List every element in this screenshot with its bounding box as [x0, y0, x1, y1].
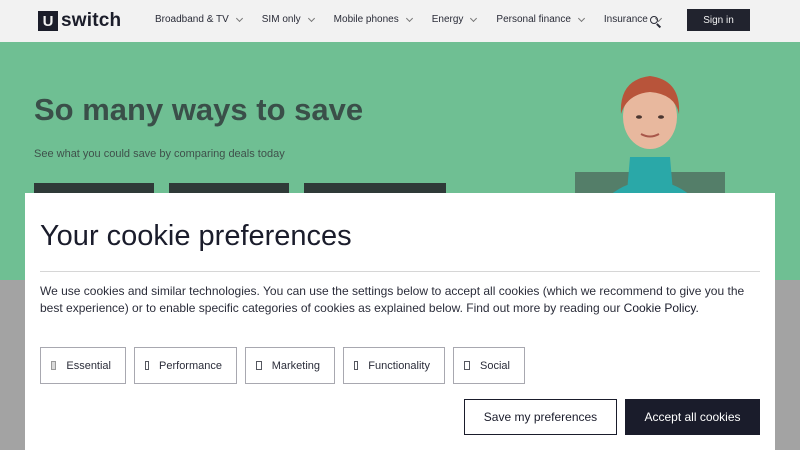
divider [40, 271, 760, 272]
site-header: U switch Broadband & TV SIM only Mobile … [0, 0, 800, 42]
category-functionality[interactable]: Functionality [343, 347, 445, 384]
cookie-policy-link[interactable]: Cookie Policy. [624, 301, 699, 315]
chevron-down-icon [405, 14, 413, 22]
nav-broadband-tv[interactable]: Broadband & TV [155, 14, 243, 25]
nav-label: Broadband & TV [155, 14, 229, 25]
category-label: Functionality [368, 359, 430, 372]
category-social[interactable]: Social [453, 347, 525, 384]
nav-label: Energy [431, 14, 464, 25]
category-essential: Essential [40, 347, 126, 384]
checkbox-icon[interactable] [354, 361, 359, 370]
cookie-categories: Essential Performance Marketing Function… [40, 347, 533, 384]
chevron-down-icon [470, 14, 478, 22]
uswitch-logo[interactable]: U switch [38, 10, 121, 32]
cookie-dialog-title: Your cookie preferences [40, 220, 352, 252]
cookie-preferences-dialog: Your cookie preferences We use cookies a… [25, 193, 775, 450]
chevron-down-icon [307, 14, 315, 22]
nav-energy[interactable]: Energy [431, 14, 478, 25]
sign-in-button[interactable]: Sign in [687, 9, 750, 31]
nav-sim-only[interactable]: SIM only [261, 14, 315, 25]
checkbox-checked-disabled-icon [51, 361, 57, 370]
nav-mobile-phones[interactable]: Mobile phones [333, 14, 413, 25]
checkbox-icon[interactable] [464, 361, 471, 370]
nav-personal-finance[interactable]: Personal finance [496, 14, 585, 25]
category-label: Performance [159, 359, 222, 372]
logo-mark: U [38, 11, 58, 31]
checkbox-icon[interactable] [145, 361, 150, 370]
category-label: Essential [66, 359, 111, 372]
category-label: Marketing [271, 359, 320, 372]
checkbox-icon[interactable] [256, 361, 262, 370]
save-preferences-button[interactable]: Save my preferences [464, 399, 617, 435]
nav-label: Mobile phones [333, 14, 399, 25]
nav-label: Insurance [603, 14, 648, 25]
nav-label: SIM only [261, 14, 301, 25]
accept-all-cookies-button[interactable]: Accept all cookies [625, 399, 760, 435]
hero-subtitle: See what you could save by comparing dea… [34, 148, 285, 160]
chevron-down-icon [577, 14, 585, 22]
category-marketing[interactable]: Marketing [245, 347, 335, 384]
chevron-down-icon [235, 14, 243, 22]
cookie-description: We use cookies and similar technologies.… [40, 283, 755, 317]
logo-wordmark: switch [61, 10, 122, 31]
main-nav: Broadband & TV SIM only Mobile phones En… [155, 14, 681, 25]
category-performance[interactable]: Performance [134, 347, 237, 384]
hero-title: So many ways to save [34, 92, 364, 127]
nav-label: Personal finance [496, 14, 571, 25]
category-label: Social [480, 359, 510, 372]
search-icon[interactable] [650, 16, 662, 28]
